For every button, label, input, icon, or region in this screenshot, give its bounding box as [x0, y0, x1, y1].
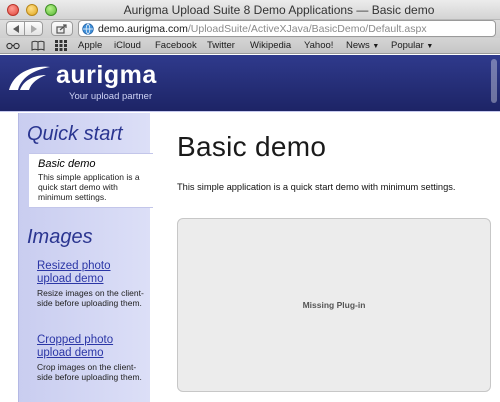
bookmarks-book-icon[interactable] — [31, 40, 45, 51]
sidebar-link[interactable]: Resized photo upload demo — [37, 260, 145, 286]
bookmark-item[interactable]: Wikipedia — [250, 40, 291, 51]
site-tagline: Your upload partner — [69, 91, 153, 102]
missing-plugin-label: Missing Plug-in — [302, 300, 366, 310]
sidebar-item-label: Basic demo — [38, 158, 96, 170]
url-domain: demo.aurigma.com — [98, 22, 188, 35]
globe-icon — [82, 22, 94, 35]
url-path: /UploadSuite/ActiveXJava/BasicDemo/Defau… — [187, 22, 427, 35]
chevron-down-icon: ▼ — [426, 43, 434, 50]
share-icon — [56, 23, 67, 34]
bookmark-menu-label: Popular — [391, 40, 424, 51]
logo-wordmark[interactable]: aurigma — [56, 61, 157, 90]
sidebar-item-description: Crop images on the client-side before up… — [37, 362, 142, 382]
sidebar-item-resized-photo: Resized photo upload demo Resize images … — [37, 260, 145, 308]
aurigma-logo-icon[interactable] — [6, 63, 52, 93]
page-description: This simple application is a quick start… — [177, 182, 456, 192]
bookmark-item[interactable]: Twitter — [207, 40, 235, 51]
plugin-placeholder[interactable]: Missing Plug-in — [177, 218, 491, 392]
sidebar-item-basic-demo[interactable]: Basic demo This simple application is a … — [29, 153, 153, 208]
header-divider — [0, 111, 500, 112]
sidebar-item-description: This simple application is a quick start… — [38, 172, 140, 202]
bookmark-item[interactable]: Apple — [78, 40, 102, 51]
site-header: aurigma Your upload partner — [0, 55, 500, 111]
sidebar: Quick start Basic demo This simple appli… — [18, 113, 153, 402]
close-window-button[interactable] — [7, 4, 19, 16]
bookmark-item[interactable]: iCloud — [114, 40, 141, 51]
share-button[interactable] — [51, 21, 73, 36]
forward-button[interactable] — [24, 21, 43, 36]
address-bar[interactable]: demo.aurigma.com /UploadSuite/ActiveXJav… — [78, 20, 496, 37]
reading-list-icon[interactable] — [6, 40, 20, 50]
scrollbar[interactable] — [491, 59, 497, 103]
bookmark-popular-menu[interactable]: Popular ▼ — [391, 40, 433, 51]
page-title: Basic demo — [177, 131, 327, 162]
back-arrow-icon — [12, 24, 19, 33]
sidebar-link[interactable]: Cropped photo upload demo — [37, 334, 145, 360]
top-sites-grid-icon[interactable] — [55, 40, 67, 51]
browser-toolbar: demo.aurigma.com /UploadSuite/ActiveXJav… — [0, 20, 500, 38]
bookmark-item[interactable]: Facebook — [155, 40, 197, 51]
minimize-window-button[interactable] — [26, 4, 38, 16]
chevron-down-icon: ▼ — [372, 43, 380, 50]
back-button[interactable] — [6, 21, 25, 36]
window-titlebar: Aurigma Upload Suite 8 Demo Applications… — [0, 0, 500, 20]
sidebar-item-cropped-photo: Cropped photo upload demo Crop images on… — [37, 334, 145, 382]
sidebar-heading-quick-start: Quick start — [27, 123, 123, 145]
bookmark-menu-label: News — [346, 40, 370, 51]
forward-arrow-icon — [30, 24, 37, 33]
bookmark-news-menu[interactable]: News ▼ — [346, 40, 379, 51]
sidebar-heading-images: Images — [27, 226, 93, 248]
bookmarks-bar: Apple iCloud Facebook Twitter Wikipedia … — [0, 38, 500, 54]
zoom-window-button[interactable] — [45, 4, 57, 16]
sidebar-item-description: Resize images on the client-side before … — [37, 288, 144, 308]
window-title: Aurigma Upload Suite 8 Demo Applications… — [123, 3, 435, 17]
bookmark-item[interactable]: Yahoo! — [304, 40, 333, 51]
